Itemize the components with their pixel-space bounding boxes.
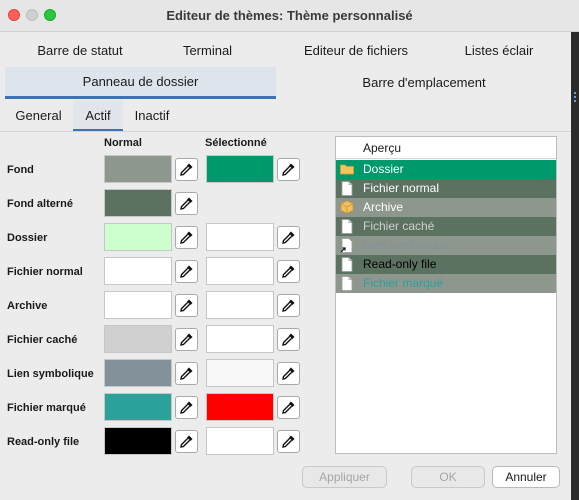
eyedropper-icon[interactable]: [175, 226, 198, 249]
folder-icon: [340, 162, 354, 177]
eyedropper-icon[interactable]: [175, 430, 198, 453]
tab-bar-bottom: Panneau de dossier Barre d'emplacement: [0, 67, 571, 99]
preview-header-label: Aperçu: [363, 141, 402, 155]
eyedropper-icon[interactable]: [277, 362, 300, 385]
swatch-selected-read-only-file[interactable]: [206, 427, 274, 455]
swatch-normal-archive[interactable]: [104, 291, 172, 319]
tab-panneau-de-dossier[interactable]: Panneau de dossier: [5, 67, 276, 99]
row-label-fichier-marque: Fichier marqué: [7, 402, 86, 414]
preview-item-read-only-file: Read-only file: [336, 255, 556, 274]
preview-item-label: Lien symbolique: [363, 238, 450, 252]
swatch-selected-dossier[interactable]: [206, 223, 274, 251]
preview-item-lien-symbolique: Lien symbolique: [336, 236, 556, 255]
tab-editeur-de-fichiers[interactable]: Editeur de fichiers: [262, 35, 450, 67]
preview-item-fichier-marque: Fichier marqué: [336, 274, 556, 293]
preview-item-label: Archive: [363, 200, 404, 214]
preview-item-label: Fichier caché: [363, 219, 435, 233]
preview-item-label: Dossier: [363, 162, 404, 176]
column-header-normal: Normal: [104, 137, 142, 149]
eyedropper-icon[interactable]: [277, 396, 300, 419]
preview-header: Aperçu: [336, 137, 556, 159]
title-bar: Editeur de thèmes: Thème personnalisé: [0, 0, 579, 32]
swatch-normal-fond-alterne[interactable]: [104, 189, 172, 217]
eyedropper-icon[interactable]: [175, 260, 198, 283]
swatch-normal-fichier-normal[interactable]: [104, 257, 172, 285]
row-label-fond-alterne: Fond alterné: [7, 198, 74, 210]
row-label-archive: Archive: [7, 300, 48, 312]
theme-editor-window: Editeur de thèmes: Thème personnalisé Ba…: [0, 0, 579, 500]
tab-barre-d-emplacement[interactable]: Barre d'emplacement: [286, 67, 562, 99]
swatch-normal-fichier-cache[interactable]: [104, 325, 172, 353]
eyedropper-icon[interactable]: [277, 260, 300, 283]
preview-item-label: Fichier normal: [363, 181, 440, 195]
swatch-selected-fichier-normal[interactable]: [206, 257, 274, 285]
swatch-normal-dossier[interactable]: [104, 223, 172, 251]
subtab-inactif[interactable]: Inactif: [126, 100, 178, 131]
row-label-read-only-file: Read-only file: [7, 436, 80, 448]
row-label-fichier-cache: Fichier caché: [7, 334, 78, 346]
preview-item-label: Read-only file: [363, 257, 437, 271]
tab-bar-top: Barre de statut Terminal Editeur de fich…: [0, 35, 571, 67]
symlink-icon: [340, 238, 354, 253]
subtab-actif[interactable]: Actif: [73, 100, 123, 131]
swatch-selected-fond[interactable]: [206, 155, 274, 183]
swatch-selected-lien-symbolique[interactable]: [206, 359, 274, 387]
file-icon: [340, 181, 354, 196]
apply-button[interactable]: Appliquer: [302, 466, 387, 488]
eyedropper-icon[interactable]: [175, 328, 198, 351]
eyedropper-icon[interactable]: [175, 192, 198, 215]
swatch-selected-fichier-marque[interactable]: [206, 393, 274, 421]
preview-panel: Aperçu Dossier Fichier normal Archive Fichi…: [335, 136, 557, 454]
archive-icon: [340, 200, 354, 215]
swatch-normal-read-only-file[interactable]: [104, 427, 172, 455]
file-icon: [340, 257, 354, 272]
file-icon: [340, 219, 354, 234]
ok-button[interactable]: OK: [411, 466, 485, 488]
preview-item-fichier-normal: Fichier normal: [336, 179, 556, 198]
swatch-normal-fond[interactable]: [104, 155, 172, 183]
eyedropper-icon[interactable]: [175, 158, 198, 181]
preview-item-label: Fichier marqué: [363, 276, 444, 290]
eyedropper-icon[interactable]: [277, 294, 300, 317]
eyedropper-icon[interactable]: [277, 328, 300, 351]
eyedropper-icon[interactable]: [277, 158, 300, 181]
window-title: Editeur de thèmes: Thème personnalisé: [166, 8, 413, 23]
preview-item-archive: Archive: [336, 198, 556, 217]
subtab-general[interactable]: General: [6, 100, 71, 131]
swatch-selected-archive[interactable]: [206, 291, 274, 319]
cancel-button[interactable]: Annuler: [492, 466, 560, 488]
eyedropper-icon[interactable]: [277, 430, 300, 453]
tab-barre-de-statut[interactable]: Barre de statut: [0, 35, 160, 67]
tab-listes-eclair[interactable]: Listes éclair: [434, 35, 564, 67]
eyedropper-icon[interactable]: [175, 362, 198, 385]
swatch-normal-lien-symbolique[interactable]: [104, 359, 172, 387]
state-subtabs: General Actif Inactif: [0, 100, 579, 132]
row-label-fichier-normal: Fichier normal: [7, 266, 83, 278]
row-label-dossier: Dossier: [7, 232, 48, 244]
file-icon: [340, 276, 354, 291]
column-header-selected: Sélectionné: [205, 137, 267, 149]
window-edge: [571, 32, 579, 500]
preview-item-fichier-cache: Fichier caché: [336, 217, 556, 236]
preview-item-dossier: Dossier: [336, 160, 556, 179]
row-label-fond: Fond: [7, 164, 34, 176]
eyedropper-icon[interactable]: [175, 294, 198, 317]
eyedropper-icon[interactable]: [277, 226, 300, 249]
tab-terminal[interactable]: Terminal: [160, 35, 255, 67]
swatch-normal-fichier-marque[interactable]: [104, 393, 172, 421]
row-label-lien-symbolique: Lien symbolique: [7, 368, 94, 380]
swatch-selected-fichier-cache[interactable]: [206, 325, 274, 353]
eyedropper-icon[interactable]: [175, 396, 198, 419]
